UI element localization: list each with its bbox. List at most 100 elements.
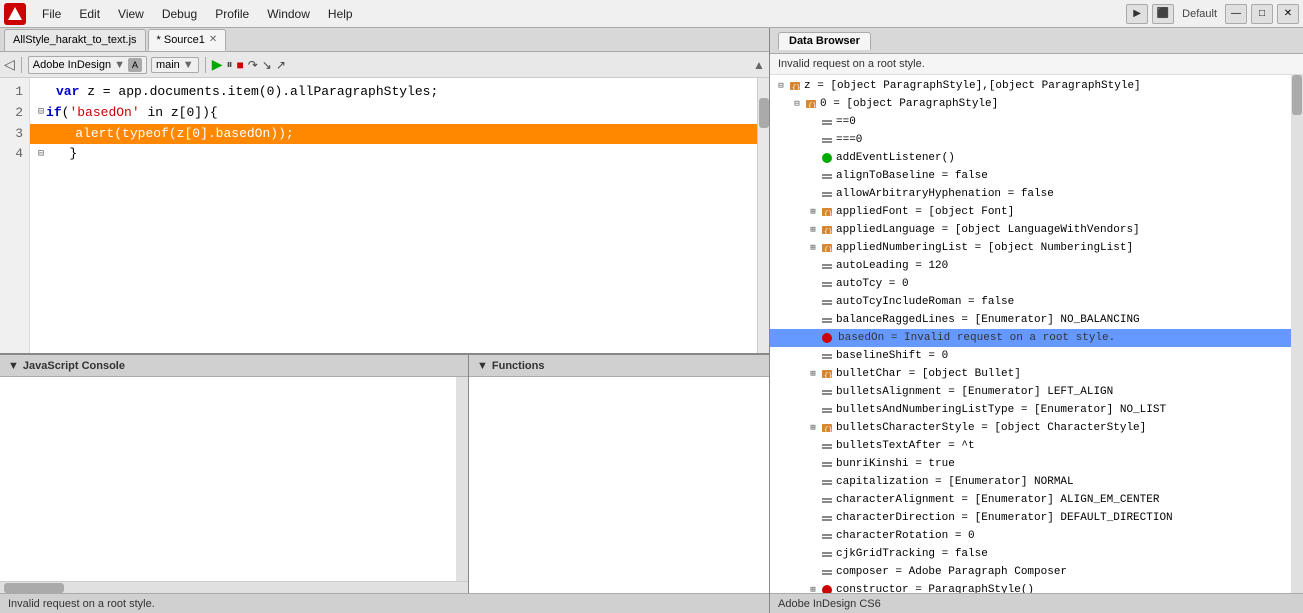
tree-item[interactable]: addEventListener(): [770, 149, 1303, 167]
tree-item[interactable]: allowArbitraryHyphenation = false: [770, 185, 1303, 203]
tree-item[interactable]: ⊞{}appliedNumberingList = [object Number…: [770, 239, 1303, 257]
tree-item-text: autoTcyIncludeRoman = false: [836, 296, 1014, 308]
branch-arrow: ▼: [183, 59, 194, 71]
tree-item[interactable]: composer = Adobe Paragraph Composer: [770, 563, 1303, 581]
expand-line4[interactable]: ⊟: [38, 147, 44, 163]
tree-item[interactable]: autoTcy = 0: [770, 275, 1303, 293]
tree-item-text: appliedLanguage = [object LanguageWithVe…: [836, 224, 1140, 236]
tree-item[interactable]: cjkGridTracking = false: [770, 545, 1303, 563]
js-console-hscroll-thumb[interactable]: [4, 583, 64, 593]
svg-text:{}: {}: [824, 247, 832, 254]
tree-item[interactable]: basedOn = Invalid request on a root styl…: [770, 329, 1303, 347]
toolbar-run-icon[interactable]: ▶: [1126, 4, 1148, 24]
menu-file[interactable]: File: [34, 4, 69, 24]
svg-text:{}: {}: [792, 85, 800, 92]
tree-vscroll[interactable]: [1291, 75, 1303, 593]
js-console-vscroll[interactable]: [456, 377, 468, 581]
tree-item[interactable]: bulletsAlignment = [Enumerator] LEFT_ALI…: [770, 383, 1303, 401]
left-panel: AllStyle_harakt_to_text.js * Source1 ✕ ◁…: [0, 28, 770, 613]
pause-button[interactable]: ⏸: [226, 57, 232, 72]
functions-content[interactable]: [469, 377, 769, 593]
tree-item-text: baselineShift = 0: [836, 350, 948, 362]
tab-source1[interactable]: * Source1 ✕: [148, 29, 227, 51]
maximize-button[interactable]: □: [1251, 4, 1273, 24]
default-label: Default: [1178, 8, 1221, 20]
tree-item[interactable]: ⊞{}appliedFont = [object Font]: [770, 203, 1303, 221]
menu-debug[interactable]: Debug: [154, 4, 205, 24]
tree-item[interactable]: ⊞{}bulletsCharacterStyle = [object Chara…: [770, 419, 1303, 437]
tree-item[interactable]: balanceRaggedLines = [Enumerator] NO_BAL…: [770, 311, 1303, 329]
tree-item[interactable]: ⊟{}z = [object ParagraphStyle],[object P…: [770, 77, 1303, 95]
code-vscroll[interactable]: [757, 78, 769, 353]
editor-scroll-right[interactable]: ▲: [753, 58, 765, 72]
tree-icon: {}: [788, 79, 802, 93]
tree-item[interactable]: bunriKinshi = true: [770, 455, 1303, 473]
tree-expand-icon[interactable]: ⊞: [806, 205, 820, 219]
tree-item[interactable]: ⊞{}appliedLanguage = [object LanguageWit…: [770, 221, 1303, 239]
code-vscroll-thumb[interactable]: [759, 98, 769, 128]
expand-line2[interactable]: ⊟: [38, 105, 44, 121]
functions-panel: ▼ Functions: [469, 355, 769, 593]
step-over-button[interactable]: ↘: [262, 58, 272, 72]
right-status-message: Adobe InDesign CS6: [778, 598, 881, 610]
tree-item[interactable]: ⊟{}0 = [object ParagraphStyle]: [770, 95, 1303, 113]
step-into-button[interactable]: ↷: [248, 58, 258, 72]
tree-item[interactable]: capitalization = [Enumerator] NORMAL: [770, 473, 1303, 491]
js-console-hscroll[interactable]: [0, 581, 468, 593]
minimize-button[interactable]: —: [1225, 4, 1247, 24]
app-selector-arrow: ▼: [114, 59, 125, 71]
close-button[interactable]: ✕: [1277, 4, 1299, 24]
menu-edit[interactable]: Edit: [71, 4, 108, 24]
tree-expand-icon[interactable]: ⊞: [806, 367, 820, 381]
data-browser-error: Invalid request on a root style.: [770, 54, 1303, 75]
tree-expand-icon[interactable]: ⊞: [806, 583, 820, 593]
tree-item[interactable]: ==0: [770, 113, 1303, 131]
code-content[interactable]: var z = app.documents.item(0).allParagra…: [30, 78, 757, 353]
menu-help[interactable]: Help: [320, 4, 361, 24]
functions-expand[interactable]: ▼: [477, 360, 488, 372]
toolbar-debug-icon[interactable]: ⬛: [1152, 4, 1174, 24]
right-panel: Data Browser Invalid request on a root s…: [770, 28, 1303, 613]
tab-source1-close[interactable]: ✕: [209, 34, 217, 45]
tree-item[interactable]: autoLeading = 120: [770, 257, 1303, 275]
js-console-expand[interactable]: ▼: [8, 360, 19, 372]
app-selector[interactable]: Adobe InDesign ▼ A: [28, 56, 147, 74]
data-browser-tab[interactable]: Data Browser: [778, 32, 871, 50]
tree-item-text: appliedFont = [object Font]: [836, 206, 1014, 218]
tree-item[interactable]: characterDirection = [Enumerator] DEFAUL…: [770, 509, 1303, 527]
tree-item[interactable]: ===0: [770, 131, 1303, 149]
tree-expand-icon[interactable]: ⊞: [806, 421, 820, 435]
tree-item[interactable]: autoTcyIncludeRoman = false: [770, 293, 1303, 311]
js-console-content[interactable]: [0, 377, 468, 581]
tree-item[interactable]: characterAlignment = [Enumerator] ALIGN_…: [770, 491, 1303, 509]
tree-expand-icon[interactable]: ⊟: [790, 97, 804, 111]
menu-window[interactable]: Window: [259, 4, 318, 24]
menu-profile[interactable]: Profile: [207, 4, 257, 24]
branch-selector[interactable]: main ▼: [151, 57, 199, 73]
tab-allstyle-label: AllStyle_harakt_to_text.js: [13, 34, 137, 46]
tree-expand-icon[interactable]: ⊞: [806, 223, 820, 237]
tree-item[interactable]: bulletsTextAfter = ^t: [770, 437, 1303, 455]
tree-item[interactable]: alignToBaseline = false: [770, 167, 1303, 185]
tree-item[interactable]: characterRotation = 0: [770, 527, 1303, 545]
tree-expand-icon[interactable]: ⊟: [774, 79, 788, 93]
tree-expand-icon[interactable]: ⊞: [806, 241, 820, 255]
tree-icon: [820, 259, 834, 273]
tree-item[interactable]: baselineShift = 0: [770, 347, 1303, 365]
tree-item[interactable]: ⊞{}bulletChar = [object Bullet]: [770, 365, 1303, 383]
run-button[interactable]: ▶: [212, 56, 223, 73]
menu-view[interactable]: View: [110, 4, 152, 24]
tree-area[interactable]: ⊟{}z = [object ParagraphStyle],[object P…: [770, 75, 1303, 593]
tree-item[interactable]: bulletsAndNumberingListType = [Enumerato…: [770, 401, 1303, 419]
tree-item-text: bulletsAndNumberingListType = [Enumerato…: [836, 404, 1166, 416]
step-out-button[interactable]: ↗: [276, 58, 286, 72]
tab-allstyle[interactable]: AllStyle_harakt_to_text.js: [4, 29, 146, 51]
back-button[interactable]: ◁: [4, 56, 15, 73]
main-area: AllStyle_harakt_to_text.js * Source1 ✕ ◁…: [0, 28, 1303, 613]
menu-bar: File Edit View Debug Profile Window Help…: [0, 0, 1303, 28]
code-line-1: var z = app.documents.item(0).allParagra…: [38, 82, 749, 103]
tree-vscroll-thumb[interactable]: [1292, 75, 1302, 115]
stop-button[interactable]: ■: [236, 58, 243, 72]
tree-item[interactable]: ⊞constructor = ParagraphStyle(): [770, 581, 1303, 593]
tree-item-text: characterRotation = 0: [836, 530, 975, 542]
